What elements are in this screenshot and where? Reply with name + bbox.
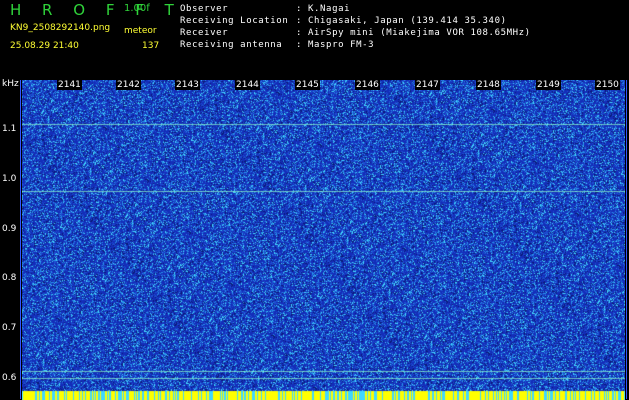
x-tick-label: 2142 <box>116 80 141 90</box>
y-tick-label: 0.8 <box>2 273 17 283</box>
x-tick-label: 2146 <box>355 80 380 90</box>
meta-value: AirSpy mini (Miakejima VOR 108.65MHz) <box>308 28 531 38</box>
y-tick-label: 0.6 <box>2 373 17 383</box>
timestamp: 25.08.29 21:40 <box>10 41 79 51</box>
x-tick-label: 2145 <box>295 80 320 90</box>
meta-observer: Observer: K.Nagai <box>180 4 351 14</box>
meta-key: Receiving antenna <box>180 40 283 50</box>
meta-antenna: Receiving antenna: Maspro FM-3 <box>180 40 375 50</box>
meta-receiver: Receiver: AirSpy mini (Miakejima VOR 108.… <box>180 28 531 38</box>
x-axis-labels: 2141 2142 2143 2144 2145 2146 2147 2148 … <box>0 80 629 94</box>
x-tick-label: 2150 <box>595 80 620 90</box>
header-panel: H R O F F T 1.00f KN9_2508292140.png met… <box>0 0 629 78</box>
meta-key: Observer <box>180 4 229 14</box>
x-tick-label: 2149 <box>536 80 561 90</box>
x-tick-label: 2143 <box>175 80 200 90</box>
meta-key: Receiving Location <box>180 16 289 26</box>
app-brand: H R O F F T <box>10 1 182 19</box>
x-tick-label: 2144 <box>235 80 260 90</box>
meta-value: Maspro FM-3 <box>308 40 375 50</box>
spectrogram-waterfall <box>22 80 625 400</box>
meta-value: K.Nagai <box>308 4 351 14</box>
event-count: 137 <box>142 41 160 51</box>
y-tick-label: 1.1 <box>2 124 17 134</box>
y-tick-label: 0.9 <box>2 224 17 234</box>
meta-value: Chigasaki, Japan (139.414 35.340) <box>308 16 507 26</box>
meta-key: Receiver <box>180 28 229 38</box>
x-tick-label: 2148 <box>476 80 501 90</box>
y-tick-label: 0.7 <box>2 323 17 333</box>
app-version: 1.00f <box>124 3 150 14</box>
meta-location: Receiving Location: Chigasaki, Japan (139… <box>180 16 507 26</box>
x-tick-label: 2147 <box>415 80 440 90</box>
image-filename: KN9_2508292140.png <box>10 23 111 33</box>
observation-metadata: Observer: K.Nagai Receiving Location: Chig… <box>180 3 531 51</box>
y-tick-label: 1.0 <box>2 174 17 184</box>
source-label: meteor <box>124 26 157 36</box>
x-tick-label: 2141 <box>57 80 82 90</box>
